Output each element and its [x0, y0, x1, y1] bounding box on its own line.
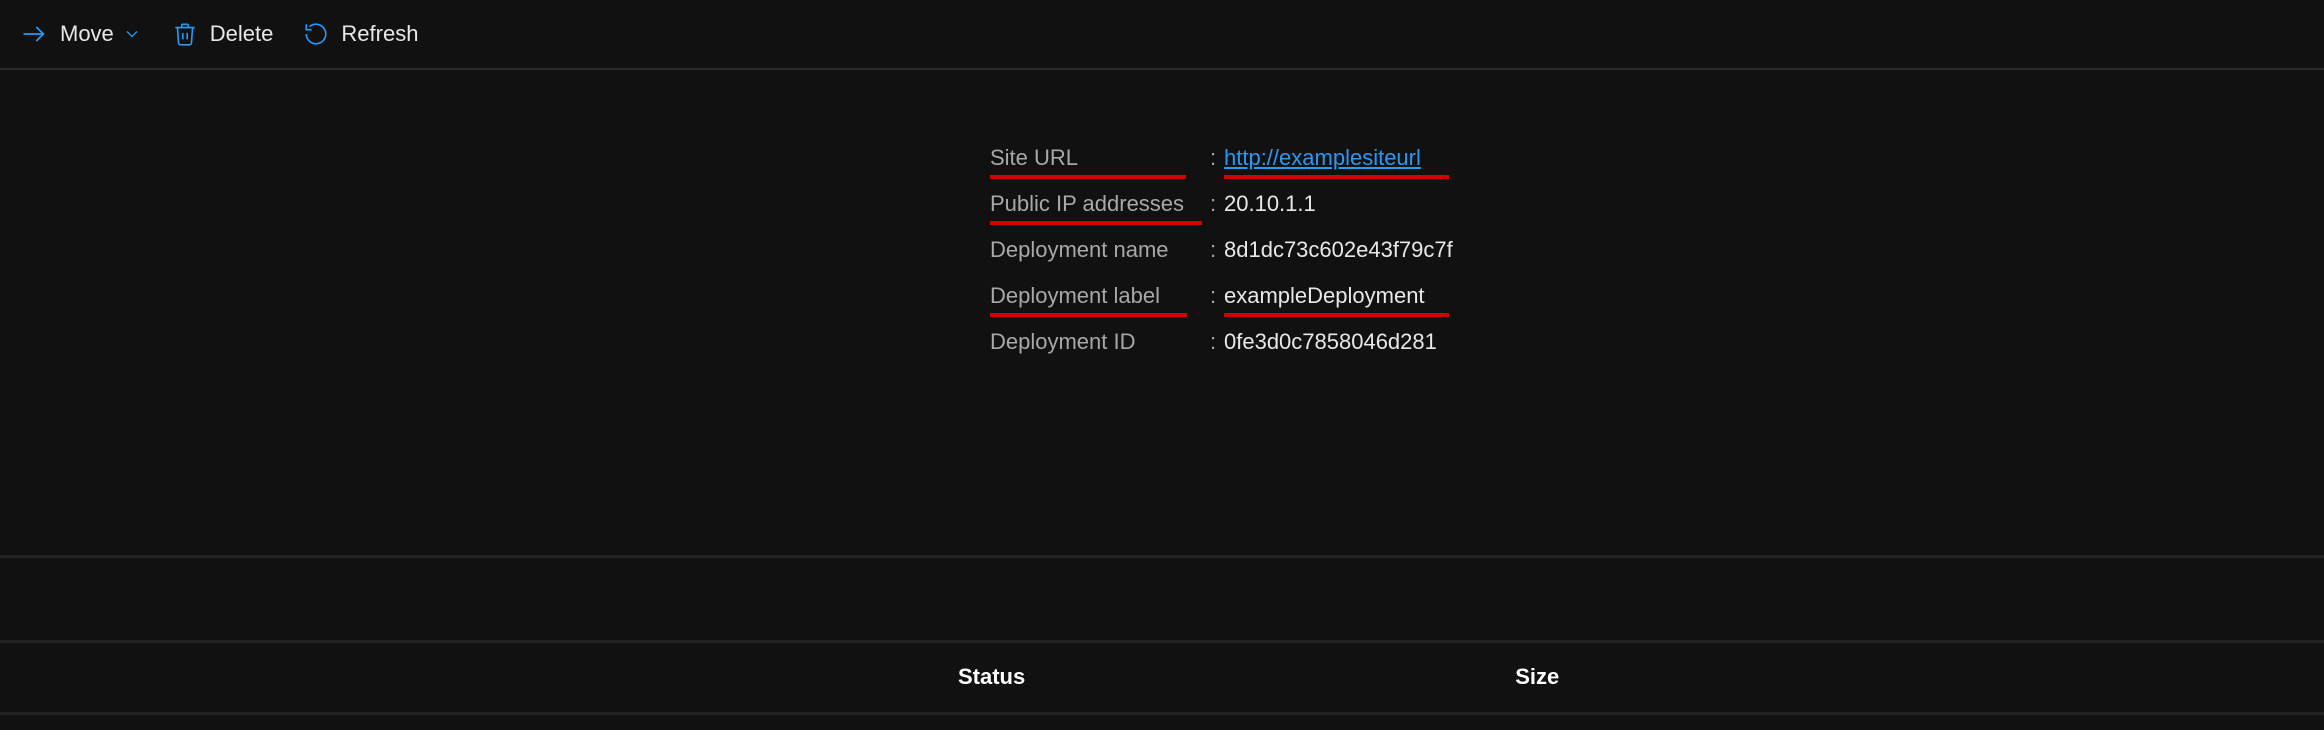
move-label: Move — [60, 21, 114, 47]
annotation-underline — [1224, 175, 1449, 179]
public-ip-label: Public IP addresses — [990, 191, 1210, 217]
trash-icon — [172, 21, 198, 47]
arrow-right-icon — [20, 20, 48, 48]
refresh-icon — [303, 21, 329, 47]
deployment-id-value: 0fe3d0c7858046d281 — [1224, 329, 1437, 355]
deployment-label-label: Deployment label — [990, 283, 1210, 309]
site-url-label: Site URL — [990, 145, 1210, 171]
deployment-name-label: Deployment name — [990, 237, 1210, 263]
annotation-underline — [1224, 313, 1449, 317]
prop-row-deployment-name: Deployment name : 8d1dc73c602e43f79c7f — [990, 227, 1640, 273]
deployment-label-value: exampleDeployment — [1224, 283, 1425, 309]
colon: : — [1210, 145, 1224, 171]
divider — [0, 555, 2324, 558]
column-size[interactable]: Size — [1515, 664, 1559, 690]
colon: : — [1210, 237, 1224, 263]
refresh-button[interactable]: Refresh — [303, 21, 418, 47]
prop-row-site-url: Site URL : http://examplesiteurl — [990, 135, 1640, 181]
annotation-underline — [990, 221, 1202, 225]
prop-row-deployment-id: Deployment ID : 0fe3d0c7858046d281 — [990, 319, 1640, 365]
colon: : — [1210, 191, 1224, 217]
annotation-underline — [990, 175, 1186, 179]
prop-row-deployment-label: Deployment label : exampleDeployment — [990, 273, 1640, 319]
move-button[interactable]: Move — [20, 20, 142, 48]
prop-row-public-ip: Public IP addresses : 20.10.1.1 — [990, 181, 1640, 227]
column-status[interactable]: Status — [958, 664, 1025, 690]
site-url-link[interactable]: http://examplesiteurl — [1224, 145, 1421, 171]
toolbar: Move Delete Refresh — [0, 0, 2324, 70]
colon: : — [1210, 329, 1224, 355]
delete-button[interactable]: Delete — [172, 21, 274, 47]
deployment-id-label: Deployment ID — [990, 329, 1210, 355]
properties-panel: Site URL : http://examplesiteurl Public … — [990, 135, 1640, 365]
divider — [0, 712, 2324, 715]
delete-label: Delete — [210, 21, 274, 47]
colon: : — [1210, 283, 1224, 309]
public-ip-value: 20.10.1.1 — [1224, 191, 1316, 217]
refresh-label: Refresh — [341, 21, 418, 47]
deployment-name-value: 8d1dc73c602e43f79c7f — [1224, 237, 1453, 263]
table-header: Status Size — [0, 652, 2324, 702]
divider — [0, 640, 2324, 643]
chevron-down-icon — [122, 24, 142, 44]
annotation-underline — [990, 313, 1187, 317]
